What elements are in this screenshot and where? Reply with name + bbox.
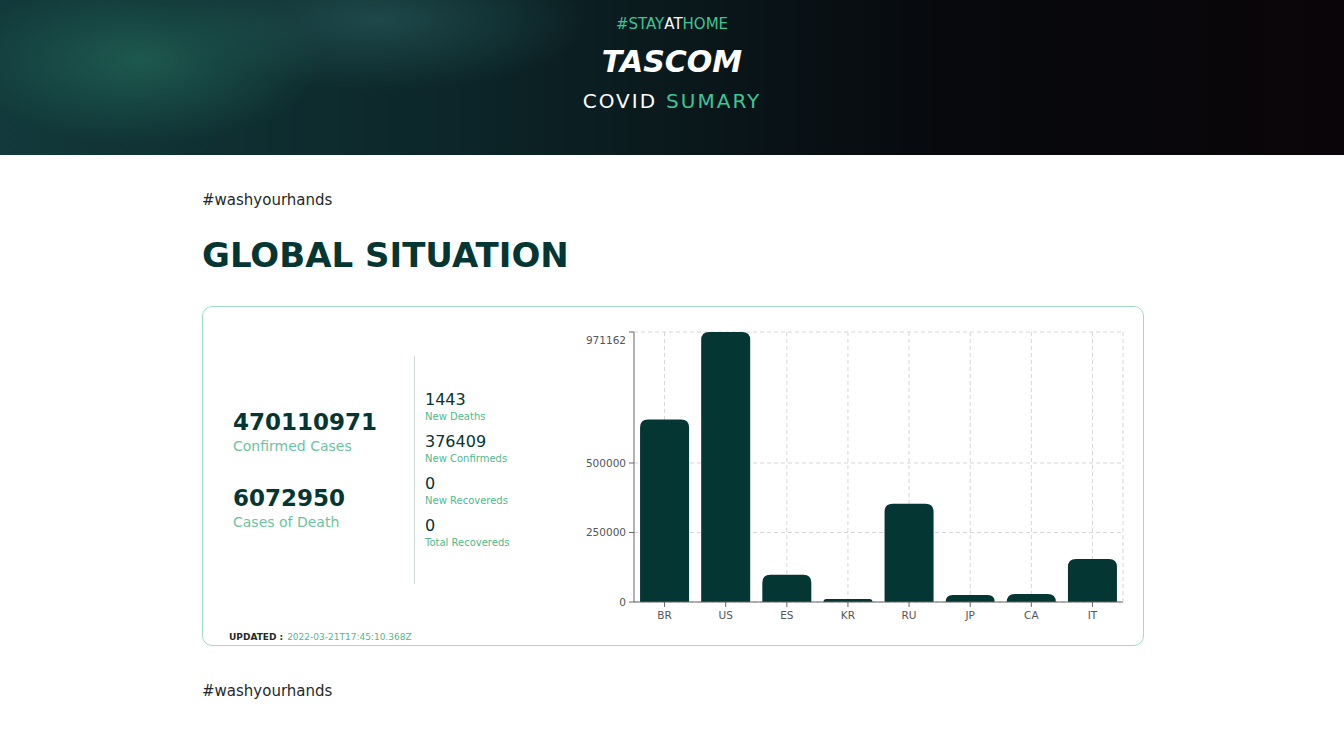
y-tick: 0 bbox=[619, 596, 626, 608]
updated-value: 2022-03-21T17:45:10.368Z bbox=[287, 631, 411, 643]
section-title: GLOBAL SITUATION bbox=[202, 234, 1144, 276]
daily-label: Total Recovereds bbox=[425, 536, 563, 550]
content: #washyourhands GLOBAL SITUATION 47011097… bbox=[200, 190, 1144, 701]
daily-value: 1443 bbox=[425, 390, 563, 410]
tick-mark bbox=[1031, 602, 1032, 607]
bar[interactable] bbox=[1007, 594, 1056, 602]
tick-mark bbox=[909, 602, 910, 607]
tick-mark bbox=[629, 532, 634, 533]
x-tick: KR bbox=[841, 609, 855, 621]
grid-line bbox=[786, 332, 787, 602]
tick-mark bbox=[786, 602, 787, 607]
banner-subtitle: COVID SUMARY bbox=[583, 88, 761, 114]
x-tick: RU bbox=[902, 609, 917, 621]
subtitle-part: COVID bbox=[583, 88, 657, 114]
bar[interactable] bbox=[640, 420, 689, 602]
y-tick: 250000 bbox=[586, 526, 626, 538]
tag-part: HOME bbox=[683, 14, 729, 34]
bar[interactable] bbox=[885, 504, 934, 602]
hashtag: #washyourhands bbox=[202, 681, 1144, 701]
grid-line bbox=[847, 332, 848, 602]
bar[interactable] bbox=[946, 595, 995, 602]
summary-card: 470110971 Confirmed Cases 6072950 Cases o… bbox=[202, 306, 1144, 646]
daily-stat: 0 New Recovereds bbox=[425, 474, 563, 508]
total-value: 6072950 bbox=[233, 484, 414, 512]
x-tick: CA bbox=[1024, 609, 1039, 621]
stats: 470110971 Confirmed Cases 6072950 Cases o… bbox=[233, 356, 563, 584]
daily-label: New Recovereds bbox=[425, 494, 563, 508]
grid-line bbox=[634, 602, 1123, 603]
banner: #STAYATHOME TASCOM COVID SUMARY bbox=[0, 0, 1344, 155]
x-tick: US bbox=[719, 609, 734, 621]
updated-label: UPDATED : bbox=[229, 631, 283, 643]
x-axis bbox=[634, 602, 1123, 603]
y-axis bbox=[634, 332, 635, 602]
grid-line bbox=[1123, 332, 1124, 602]
totals: 470110971 Confirmed Cases 6072950 Cases o… bbox=[233, 356, 414, 584]
daily-stat: 376409 New Confirmeds bbox=[425, 432, 563, 466]
total-label: Cases of Death bbox=[233, 512, 414, 532]
hashtag: #washyourhands bbox=[202, 190, 1144, 210]
banner-tag: #STAYATHOME bbox=[616, 14, 728, 34]
total-value: 470110971 bbox=[233, 408, 414, 436]
total-label: Confirmed Cases bbox=[233, 436, 414, 456]
y-tick: 971162 bbox=[586, 334, 626, 346]
y-tick: 500000 bbox=[586, 457, 626, 469]
x-tick: JP bbox=[964, 609, 974, 621]
tag-part: #STAY bbox=[616, 14, 664, 34]
daily-stats: 1443 New Deaths 376409 New Confirmeds 0 Ne… bbox=[414, 356, 563, 584]
card-row: 470110971 Confirmed Cases 6072950 Cases o… bbox=[203, 328, 1143, 628]
x-tick: BR bbox=[657, 609, 672, 621]
banner-title: TASCOM bbox=[602, 44, 742, 80]
bar[interactable] bbox=[701, 332, 750, 602]
daily-value: 0 bbox=[425, 516, 563, 536]
page: #STAYATHOME TASCOM COVID SUMARY #washyour… bbox=[0, 0, 1344, 737]
grid-line bbox=[970, 332, 971, 602]
daily-label: New Confirmeds bbox=[425, 452, 563, 466]
tick-mark bbox=[725, 602, 726, 607]
bar[interactable] bbox=[1068, 559, 1117, 602]
tick-mark bbox=[1092, 602, 1093, 607]
updated: UPDATED : 2022-03-21T17:45:10.368Z bbox=[229, 631, 1143, 643]
daily-stat: 0 Total Recovereds bbox=[425, 516, 563, 550]
tag-part: AT bbox=[664, 14, 682, 34]
tick-mark bbox=[970, 602, 971, 607]
tick-mark bbox=[629, 332, 634, 333]
x-tick: IT bbox=[1088, 609, 1098, 621]
grid-line bbox=[1031, 332, 1032, 602]
daily-label: New Deaths bbox=[425, 410, 563, 424]
tick-mark bbox=[629, 602, 634, 603]
daily-value: 376409 bbox=[425, 432, 563, 452]
subtitle-part: SUMARY bbox=[666, 88, 761, 114]
bar[interactable] bbox=[762, 575, 811, 602]
x-tick: ES bbox=[780, 609, 794, 621]
daily-stat: 1443 New Deaths bbox=[425, 390, 563, 424]
daily-value: 0 bbox=[425, 474, 563, 494]
tick-mark bbox=[629, 462, 634, 463]
tick-mark bbox=[664, 602, 665, 607]
bar-chart: 971162 500000 250000 0 BR US ES KR RU JP CA IT bbox=[577, 328, 1127, 628]
total-stat: 6072950 Cases of Death bbox=[233, 484, 414, 532]
tick-mark bbox=[847, 602, 848, 607]
total-stat: 470110971 Confirmed Cases bbox=[233, 408, 414, 456]
